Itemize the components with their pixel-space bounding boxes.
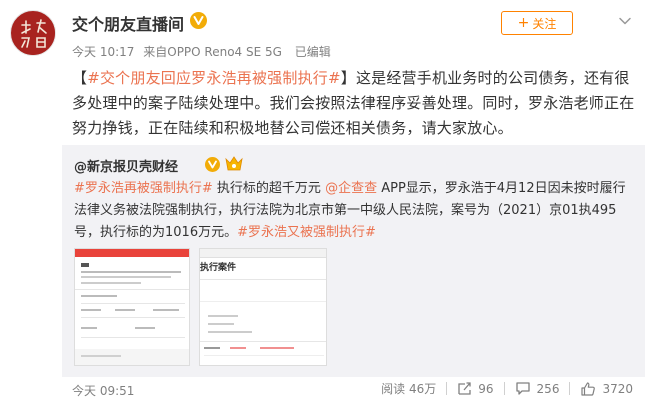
repost-text-segment: 执行标的超千万元 — [212, 181, 326, 196]
source-device[interactable]: OPPO Reno4 SE 5G — [167, 45, 282, 59]
text-bracket: 【 — [72, 69, 88, 87]
source-prefix: 来自 — [143, 45, 168, 59]
verified-icon — [190, 12, 207, 29]
like-count: 3720 — [602, 381, 633, 396]
post-time[interactable]: 今天 10:17 — [72, 45, 134, 59]
repost-button[interactable]: 96 — [457, 381, 494, 396]
plus-icon: + — [517, 15, 530, 31]
repost-author[interactable]: @新京报贝壳财经 — [74, 156, 178, 175]
repost-count: 96 — [478, 381, 494, 396]
screenshot-image — [75, 249, 189, 365]
member-badge-icon — [225, 156, 243, 171]
avatar[interactable] — [10, 10, 56, 56]
repost-topic-tag[interactable]: #罗永浩又被强制执行# — [237, 225, 376, 240]
image-thumbnail[interactable] — [74, 248, 190, 366]
divider — [446, 382, 448, 395]
author-name[interactable]: 交个朋友直播间 — [72, 11, 184, 35]
comment-button[interactable]: 256 — [515, 381, 560, 396]
post-stats: 阅读 46万 96 256 3720 — [381, 380, 633, 397]
edited-label[interactable]: 已编辑 — [295, 45, 331, 59]
comment-icon — [515, 382, 530, 395]
repost-block[interactable]: @新京报贝壳财经 #罗永浩再被强制执行# 执行标的超千万元 @企查查 APP显示… — [62, 145, 645, 377]
chevron-down-icon[interactable] — [618, 14, 632, 28]
like-button[interactable]: 3720 — [580, 381, 633, 397]
read-count: 阅读 46万 — [381, 382, 437, 396]
topic-tag[interactable]: #交个朋友回应罗永浩再被强制执行# — [87, 69, 341, 87]
repost-topic-tag[interactable]: #罗永浩再被强制执行# — [74, 181, 213, 196]
post-meta: 今天 10:17 来自OPPO Reno4 SE 5G 已编辑 — [72, 43, 336, 60]
verified-icon — [205, 157, 220, 172]
thumbnail-title: 执行案件 — [200, 263, 237, 273]
post-text: 【#交个朋友回应罗永浩再被强制执行#】这是经营手机业务时的公司债务，还有很多处理… — [72, 66, 637, 141]
follow-button[interactable]: + 关注 — [501, 11, 573, 35]
divider — [569, 382, 571, 395]
mention-link[interactable]: @企查查 — [325, 181, 377, 196]
repost-time[interactable]: 今天 09:51 — [72, 382, 134, 399]
thumbs-up-icon — [581, 381, 596, 396]
avatar-logo-icon — [12, 12, 55, 55]
image-thumbnail[interactable]: 执行案件 — [199, 248, 327, 366]
comment-count: 256 — [536, 381, 560, 396]
repost-icon — [458, 382, 471, 395]
weibo-post-card: 交个朋友直播间 今天 10:17 来自OPPO Reno4 SE 5G 已编辑 … — [0, 0, 645, 412]
repost-text: #罗永浩再被强制执行# 执行标的超千万元 @企查查 APP显示，罗永浩于4月12… — [74, 178, 634, 244]
follow-label: 关注 — [532, 16, 557, 31]
divider — [503, 382, 505, 395]
